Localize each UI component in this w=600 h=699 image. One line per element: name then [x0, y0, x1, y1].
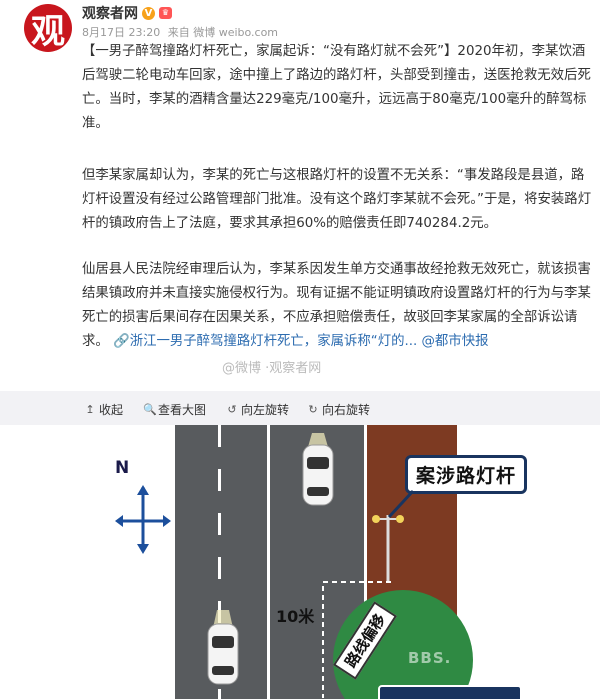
car-left — [207, 610, 239, 685]
post-image[interactable]: 案涉路灯杆 N 10米 路线偏移 BBS. — [83, 425, 583, 699]
rotate-left-button[interactable]: ↺ 向左旋转 — [226, 401, 289, 418]
post-header: 观 观察者网 V ♛ 8月17日 23:20 来自 微博 weibo.com — [0, 0, 600, 52]
post-source: 来自 微博 weibo.com — [167, 26, 279, 39]
collapse-label: 收起 — [99, 403, 124, 417]
rotate-right-icon: ↻ — [308, 402, 318, 416]
bottom-label-box — [378, 685, 522, 699]
view-large-label: 查看大图 — [158, 403, 207, 417]
image-toolbar: ↥ 收起 🔍 查看大图 ↺ 向左旋转 ↻ 向右旋转 — [0, 391, 600, 425]
vip-icon: ♛ — [159, 7, 172, 19]
paragraph-1: 【一男子醉驾撞路灯杆死亡，家属起诉：“没有路灯就不会死”】2020年初，李某饮酒… — [82, 44, 591, 131]
post-date[interactable]: 8月17日 23:20 — [82, 26, 160, 39]
lamp-label: 案涉路灯杆 — [405, 455, 528, 494]
rotate-right-label: 向右旋转 — [322, 403, 371, 417]
avatar[interactable]: 观 — [24, 4, 72, 52]
verified-icon: V — [142, 6, 155, 20]
distance-label: 10米 — [276, 607, 315, 626]
article-link[interactable]: 浙江一男子醉驾撞路灯杆死亡，家属诉称“灯的... — [130, 334, 418, 349]
bbs-watermark: BBS. — [408, 649, 452, 667]
label-pointer — [387, 489, 415, 519]
zoom-icon: 🔍 — [143, 402, 157, 416]
post-meta: 8月17日 23:20 来自 微博 weibo.com — [82, 24, 282, 40]
author-name[interactable]: 观察者网 — [82, 3, 138, 23]
car-right — [302, 433, 334, 506]
north-label: N — [115, 458, 130, 478]
paragraph-2: 但李某家属却认为，李某的死亡与这根路灯杆的设置不无关系：“事发路段是县道，路灯杆… — [82, 168, 592, 231]
rotate-left-icon: ↺ — [227, 402, 237, 416]
median-line — [267, 425, 270, 699]
rotate-right-button[interactable]: ↻ 向右旋转 — [307, 401, 370, 418]
weibo-watermark: @微博 ·观察者网 — [222, 361, 322, 376]
mention-link[interactable]: @都市快报 — [422, 334, 489, 349]
author-row: 观察者网 V ♛ — [82, 3, 172, 23]
collapse-button[interactable]: ↥ 收起 — [84, 401, 123, 418]
paragraph-3: 仙居县人民法院经审理后认为，李某系因发生单方交通事故经抢救无效死亡，就该损害结果… — [82, 258, 592, 354]
post-body: 【一男子醉驾撞路灯杆死亡，家属起诉：“没有路灯就不会死”】2020年初，李某饮酒… — [82, 40, 592, 372]
rotate-left-label: 向左旋转 — [241, 403, 290, 417]
collapse-icon: ↥ — [85, 402, 95, 416]
view-large-button[interactable]: 🔍 查看大图 — [143, 401, 206, 418]
link-icon: 🔗 — [113, 334, 130, 349]
